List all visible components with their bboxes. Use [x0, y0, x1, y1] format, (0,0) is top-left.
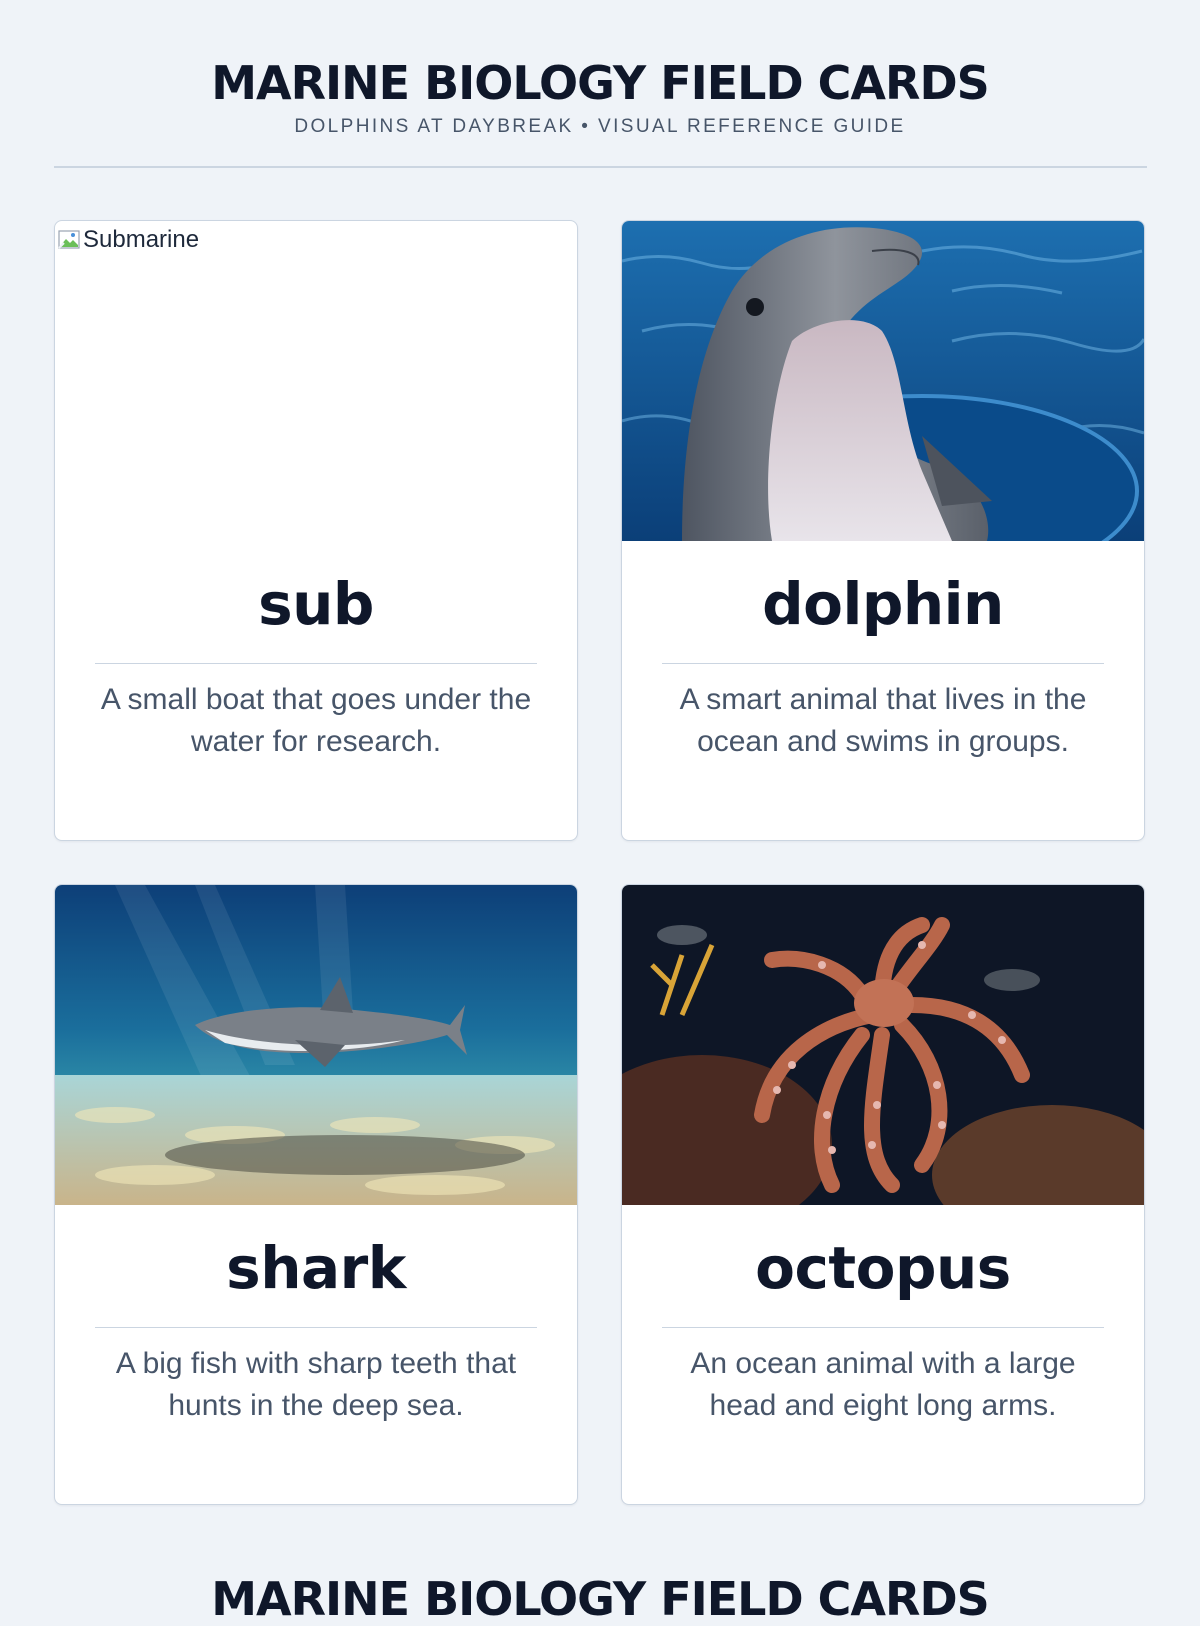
- field-card-octopus: octopus An ocean animal with a large hea…: [621, 884, 1145, 1505]
- card-definition: A small boat that goes under the water f…: [100, 683, 532, 758]
- broken-image: Submarine: [57, 227, 199, 253]
- repeated-page-title: MARINE BIOLOGY FIELD CARDS: [211, 1572, 990, 1626]
- image-alt-text: Submarine: [83, 226, 200, 253]
- broken-image-icon: [58, 230, 80, 249]
- card-term: octopus: [755, 1234, 1011, 1302]
- octopus-photo: [622, 885, 1144, 1205]
- card-image-octopus: [622, 885, 1144, 1205]
- card-term: dolphin: [762, 570, 1004, 638]
- field-card-shark: shark A big fish with sharp teeth that h…: [54, 884, 578, 1505]
- page-title: MARINE BIOLOGY FIELD CARDS: [211, 56, 990, 110]
- field-card-dolphin: dolphin A smart animal that lives in the…: [621, 220, 1145, 841]
- card-term: sub: [258, 570, 374, 638]
- card-definition: A big fish with sharp teeth that hunts i…: [115, 1347, 517, 1422]
- shark-photo: [55, 885, 577, 1205]
- card-image-shark: [55, 885, 577, 1205]
- card-image-dolphin: [622, 221, 1144, 541]
- field-card-sub: Submarine sub A small boat that goes und…: [54, 220, 578, 841]
- card-term: shark: [226, 1234, 406, 1302]
- header-divider: [54, 166, 1147, 168]
- card-divider: [95, 663, 537, 664]
- card-definition: A smart animal that lives in the ocean a…: [679, 683, 1087, 758]
- card-definition: An ocean animal with a large head and ei…: [690, 1347, 1076, 1422]
- page-subtitle: DOLPHINS AT DAYBREAK • VISUAL REFERENCE …: [294, 116, 906, 137]
- card-divider: [662, 1327, 1104, 1328]
- card-divider: [662, 663, 1104, 664]
- dolphin-photo: [622, 221, 1144, 541]
- card-image-submarine: Submarine: [55, 221, 577, 541]
- card-divider: [95, 1327, 537, 1328]
